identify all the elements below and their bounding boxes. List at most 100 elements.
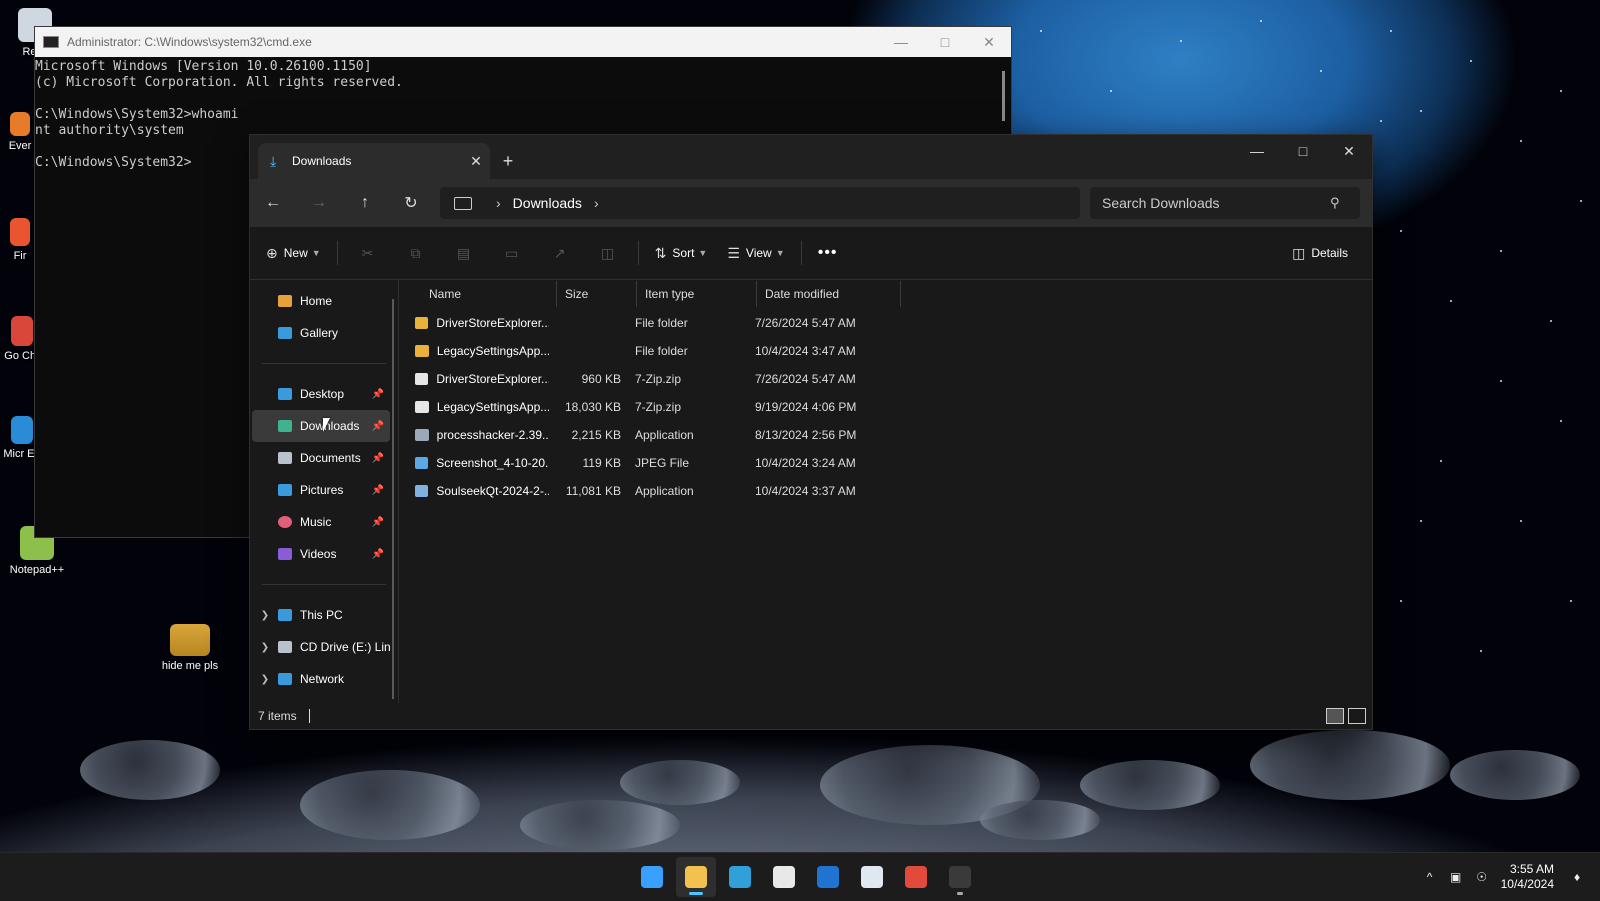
close-icon[interactable]: ✕ [967,34,1011,51]
delete-icon[interactable]: ◫ [584,245,632,262]
desktop-icon-firefox[interactable]: Fir [2,218,38,262]
file-row[interactable]: LegacySettingsApp... File folder 10/4/2024… [399,337,1372,365]
maximize-icon[interactable]: □ [923,34,967,50]
explorer-titlebar[interactable]: ⤓ Downloads ✕ + — □ ✕ [250,135,1372,179]
clock[interactable]: 3:55 AM 10/4/2024 [1501,862,1554,892]
nav-item-gallery[interactable]: Gallery [252,317,390,349]
file-row[interactable]: SoulseekQt-2024-2-... 11,081 KB Applicatio… [399,477,1372,505]
network-status-icon[interactable]: ▣ [1443,870,1469,884]
minimize-icon[interactable]: — [879,34,923,50]
up-arrow-icon[interactable]: ↑ [342,194,388,212]
terminal-icon [949,866,971,888]
nav-item-label: This PC [300,608,343,622]
file-row[interactable]: LegacySettingsApp... 18,030 KB 7-Zip.zip 9/… [399,393,1372,421]
file-type: Application [635,428,694,442]
edge-app[interactable] [720,857,760,897]
paste-icon[interactable]: ▤ [440,245,488,262]
star [1390,30,1392,32]
file-row[interactable]: processhacker-2.39... 2,215 KB Application… [399,421,1372,449]
sort-button[interactable]: ⇅ Sort ▼ [645,237,718,269]
search-icon[interactable]: ⚲ [1330,195,1360,211]
desktop-icon-ever[interactable]: Ever [2,112,38,152]
file-name: LegacySettingsApp... [436,344,549,358]
copy-icon[interactable]: ⧉ [392,245,440,262]
file-explorer-window[interactable]: ⤓ Downloads ✕ + — □ ✕ ← → ↑ ↻ › Download… [249,134,1373,730]
clock-time: 3:55 AM [1509,862,1554,876]
chevron-right-icon[interactable]: ❯ [252,642,278,653]
volume-icon[interactable]: ☉ [1469,870,1495,884]
terminal-app[interactable] [940,857,980,897]
pin-icon: 📌 [371,484,384,496]
file-type: JPEG File [635,456,690,470]
notification-bell-icon[interactable]: ♦ [1564,870,1590,884]
running-indicator [957,892,963,895]
more-options-button[interactable]: ••• [808,244,848,262]
chevron-right-icon[interactable]: › [594,195,599,211]
nav-item-network[interactable]: ❯ Network [252,663,390,695]
chevron-right-icon[interactable]: › [496,195,501,211]
new-button[interactable]: ⊕ New ▼ [256,237,331,269]
folder-icon [415,317,429,329]
taskbar: ^ ▣ ☉ 3:55 AM 10/4/2024 ♦ [0,852,1600,901]
nav-item-label: Documents [300,451,361,465]
cmd-scrollbar[interactable] [1002,71,1005,121]
file-row[interactable]: Screenshot_4-10-20... 119 KB JPEG File 10/4… [399,449,1372,477]
details-pane-button[interactable]: ◫ Details [1282,237,1358,269]
search-input[interactable]: Search Downloads [1090,195,1330,211]
share-icon[interactable]: ↗ [536,245,584,262]
nav-item-documents[interactable]: Documents 📌 [252,442,390,474]
outlook-app[interactable] [808,857,848,897]
breadcrumb-downloads[interactable]: Downloads [513,195,582,211]
tab-downloads[interactable]: ⤓ Downloads ✕ [258,143,490,179]
nav-item-cd-drive[interactable]: ❯ CD Drive (E:) Lin [252,631,390,663]
view-button[interactable]: ☰ View ▼ [717,237,794,269]
file-list-pane[interactable]: Name Size Item type Date modified Driver… [398,279,1372,703]
rename-icon[interactable]: ▭ [488,245,536,262]
star [1110,90,1112,92]
forward-arrow-icon[interactable]: → [296,194,342,212]
nav-scrollbar[interactable] [392,299,394,699]
navigation-pane[interactable]: Home Gallery Desktop 📌 Downloads 📌 Docum… [250,279,398,703]
address-bar[interactable]: › Downloads › [440,187,1080,219]
details-view-icon[interactable] [1326,708,1344,724]
column-header-date-modified[interactable]: Date modified [757,281,901,307]
column-header-size[interactable]: Size [557,281,637,307]
refresh-icon[interactable]: ↻ [388,193,434,213]
desktop-icon-label: hide me pls [161,660,219,672]
column-header-item-type[interactable]: Item type [637,281,757,307]
file-name: processhacker-2.39... [436,428,549,442]
desktop-icon-hide-me-pls[interactable]: hide me pls [156,624,224,672]
cmd-titlebar[interactable]: Administrator: C:\Windows\system32\cmd.e… [35,27,1011,57]
large-icons-view-icon[interactable] [1348,708,1366,724]
store-app[interactable] [764,857,804,897]
notepad-app[interactable] [852,857,892,897]
minimize-icon[interactable]: — [1234,135,1280,167]
nav-item-this-pc[interactable]: ❯ This PC [252,599,390,631]
cmd-line: (c) Microsoft Corporation. All rights re… [35,75,403,90]
nav-item-pictures[interactable]: Pictures 📌 [252,474,390,506]
close-icon[interactable]: ✕ [1326,135,1372,167]
nav-item-desktop[interactable]: Desktop 📌 [252,378,390,410]
moon-crater [300,770,480,840]
cut-icon[interactable]: ✂ [344,245,392,262]
file-row[interactable]: DriverStoreExplorer.... 960 KB 7-Zip.zip 7/… [399,365,1372,393]
nav-item-home[interactable]: Home [252,285,390,317]
close-tab-icon[interactable]: ✕ [462,153,490,170]
nav-item-videos[interactable]: Videos 📌 [252,538,390,570]
nav-item-music[interactable]: Music 📌 [252,506,390,538]
back-arrow-icon[interactable]: ← [250,194,296,212]
column-header-name[interactable]: Name [399,281,557,307]
search-box[interactable]: Search Downloads ⚲ [1090,187,1360,219]
start-button[interactable] [632,857,672,897]
chevron-right-icon[interactable]: ❯ [252,674,278,685]
new-tab-button[interactable]: + [490,143,526,179]
chevron-right-icon[interactable]: ❯ [252,610,278,621]
chevron-up-icon[interactable]: ^ [1417,870,1443,884]
nav-item-downloads[interactable]: Downloads 📌 [252,410,390,442]
file-name: LegacySettingsApp... [436,400,549,414]
command-bar: ⊕ New ▼ ✂ ⧉ ▤ ▭ ↗ ◫ ⇅ Sort ▼ ☰ View ▼ ••… [250,227,1372,280]
maximize-icon[interactable]: □ [1280,135,1326,167]
chrome-app[interactable] [896,857,936,897]
file-explorer-app[interactable] [676,857,716,897]
file-row[interactable]: DriverStoreExplorer.... File folder 7/26/2… [399,309,1372,337]
